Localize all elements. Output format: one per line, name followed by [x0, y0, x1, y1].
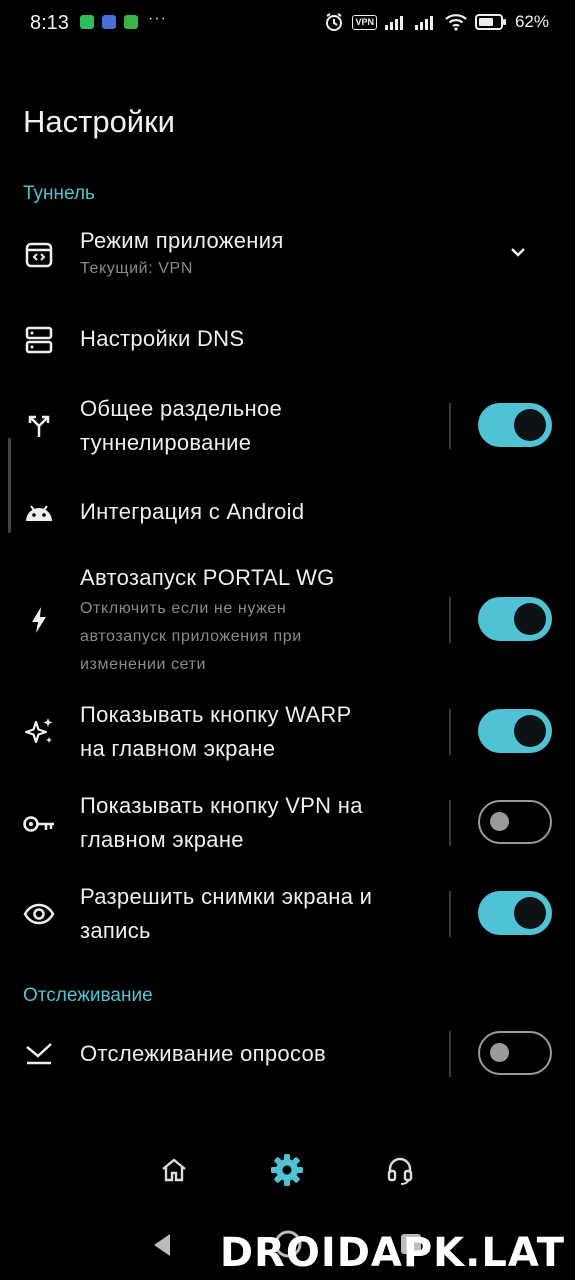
- setting-vpn-button-title-line1: Показывать кнопку VPN на: [80, 793, 363, 818]
- setting-split-tunnel-title-line2: туннелирование: [80, 430, 252, 455]
- divider: [449, 403, 451, 449]
- toggle-knob: [514, 409, 546, 441]
- page-title: Настройки: [23, 104, 176, 139]
- lightning-icon: [22, 603, 56, 637]
- setting-polling[interactable]: Отслеживание опросов: [0, 1031, 575, 1077]
- setting-screenshots-title-line1: Разрешить снимки экрана и: [80, 884, 373, 909]
- vpn-button-toggle[interactable]: [478, 800, 552, 844]
- status-time: 8:13: [30, 12, 69, 34]
- alarm-icon: [326, 13, 343, 31]
- whatsapp-notification-icon: [80, 15, 94, 29]
- setting-split-tunnel-title-line1: Общее раздельное: [80, 396, 283, 421]
- toggle-knob: [514, 603, 546, 635]
- setting-autostart-subtitle-line3: изменении сети: [80, 656, 207, 673]
- status-bar: 8:13 ··· VPN 62%: [0, 0, 575, 48]
- polling-icon: [22, 1037, 56, 1071]
- setting-autostart-subtitle-line2: автозапуск приложения при: [80, 628, 302, 645]
- section-label-tracking: Отслеживание: [23, 985, 153, 1006]
- status-right: VPN 62%: [324, 12, 549, 32]
- signal-icon: [414, 16, 433, 30]
- battery-icon: [474, 14, 506, 30]
- setting-autostart[interactable]: Автозапуск PORTAL WG Отключить если не н…: [0, 560, 575, 680]
- battery-percent: 62%: [514, 12, 549, 31]
- chevron-down-icon[interactable]: [506, 240, 530, 264]
- setting-dns[interactable]: Настройки DNS: [0, 318, 575, 362]
- setting-warp-button-title-line2: на главном экране: [80, 736, 276, 761]
- settings-gear-icon[interactable]: [265, 1148, 309, 1192]
- signal-icon: [384, 16, 403, 30]
- setting-split-tunnel[interactable]: Общее раздельное туннелирование: [0, 390, 575, 462]
- more-notifications-icon: ···: [148, 10, 167, 27]
- setting-autostart-title: Автозапуск PORTAL WG: [80, 565, 335, 590]
- watermark: DROIDAPK.LAT: [219, 1230, 565, 1276]
- eye-icon: [22, 897, 56, 931]
- divider: [449, 1031, 451, 1077]
- setting-vpn-button-title-line2: главном экране: [80, 827, 244, 852]
- split-tunnel-toggle[interactable]: [478, 403, 552, 447]
- app-mode-icon: [22, 238, 56, 272]
- dns-server-icon: [22, 323, 56, 357]
- toggle-knob: [514, 715, 546, 747]
- app-notification-icon: [102, 15, 116, 29]
- back-icon[interactable]: [150, 1231, 174, 1259]
- setting-warp-button-title-line1: Показывать кнопку WARP: [80, 702, 352, 727]
- bottom-navigation: [0, 1140, 575, 1200]
- wifi-icon: [445, 14, 467, 31]
- divider: [449, 891, 451, 937]
- setting-screenshots[interactable]: Разрешить снимки экрана и запись: [0, 879, 575, 951]
- setting-app-mode-subtitle: Текущий: VPN: [80, 260, 193, 277]
- support-headset-icon[interactable]: [378, 1148, 422, 1192]
- home-icon[interactable]: [152, 1148, 196, 1192]
- sparkles-icon: [22, 715, 56, 749]
- setting-dns-title: Настройки DNS: [80, 326, 245, 351]
- notification-icons: ···: [80, 10, 167, 29]
- vpn-badge: VPN: [352, 14, 377, 30]
- screenshots-toggle[interactable]: [478, 891, 552, 935]
- setting-android-integration[interactable]: Интеграция с Android: [0, 490, 575, 534]
- setting-autostart-subtitle-line1: Отключить если не нужен: [80, 600, 287, 617]
- setting-app-mode-title: Режим приложения: [80, 228, 284, 253]
- setting-app-mode[interactable]: Режим приложения Текущий: VPN: [0, 222, 575, 290]
- toggle-knob: [490, 812, 509, 831]
- running-notification-icon: [124, 15, 138, 29]
- toggle-knob: [490, 1043, 509, 1062]
- setting-polling-title: Отслеживание опросов: [80, 1041, 327, 1066]
- setting-vpn-button[interactable]: Показывать кнопку VPN на главном экране: [0, 788, 575, 860]
- setting-warp-button[interactable]: Показывать кнопку WARP на главном экране: [0, 697, 575, 769]
- toggle-knob: [514, 897, 546, 929]
- divider: [449, 800, 451, 846]
- section-label-tunnel: Туннель: [23, 183, 95, 204]
- polling-toggle[interactable]: [478, 1031, 552, 1075]
- autostart-toggle[interactable]: [478, 597, 552, 641]
- divider: [449, 709, 451, 755]
- setting-screenshots-title-line2: запись: [80, 918, 151, 943]
- warp-button-toggle[interactable]: [478, 709, 552, 753]
- split-arrows-icon: [22, 408, 56, 442]
- setting-android-integration-title: Интеграция с Android: [80, 499, 305, 524]
- divider: [449, 597, 451, 643]
- key-icon: [22, 807, 56, 841]
- android-icon: [22, 495, 56, 529]
